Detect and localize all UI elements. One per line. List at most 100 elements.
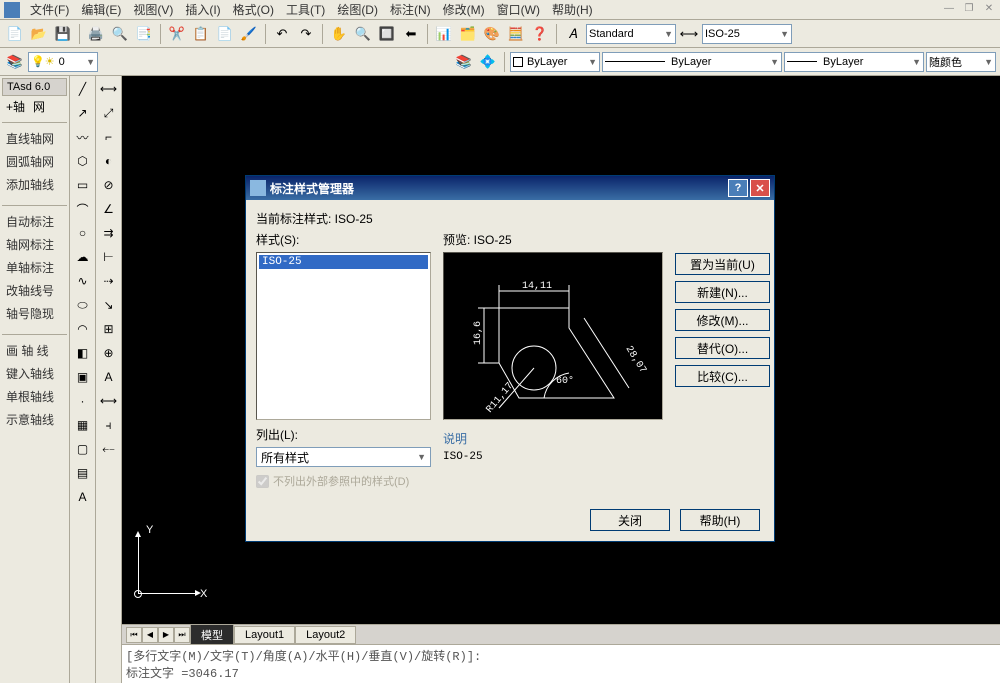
sidebar-item-auto-dim[interactable]: 自动标注 [2, 210, 67, 233]
sidebar-item-single-dim[interactable]: 单轴标注 [2, 256, 67, 279]
dim-tolerance-icon[interactable]: ⊞ [98, 318, 120, 340]
command-line[interactable]: [多行文字(M)/文字(T)/角度(A)/水平(H)/垂直(V)/旋转(R)]:… [122, 644, 1000, 683]
text-style-icon[interactable]: 𝐴 [562, 23, 584, 45]
dim-coord-icon[interactable]: ⌐ [98, 126, 120, 148]
minimize-icon[interactable]: — [942, 3, 956, 17]
line-icon[interactable]: ╱ [72, 78, 94, 100]
sidebar-item-arc-grid[interactable]: 圆弧轴网 [2, 150, 67, 173]
new-button[interactable]: 新建(N)... [675, 281, 770, 303]
menu-help[interactable]: 帮助(H) [546, 0, 599, 20]
tab-model[interactable]: 模型 [190, 624, 234, 646]
color-dropdown[interactable]: ByLayer▼ [510, 52, 600, 72]
modify-button[interactable]: 修改(M)... [675, 309, 770, 331]
calc-icon[interactable]: 🧮 [505, 23, 527, 45]
menu-insert[interactable]: 插入(I) [179, 0, 226, 20]
menu-dimension[interactable]: 标注(N) [384, 0, 437, 20]
dim-style-quick-icon[interactable]: ⤌ [98, 438, 120, 460]
hatch-icon[interactable]: ▦ [72, 414, 94, 436]
ellipse-arc-icon[interactable]: ◠ [72, 318, 94, 340]
dim-center-icon[interactable]: ⊕ [98, 342, 120, 364]
table-icon[interactable]: ▤ [72, 462, 94, 484]
sidebar-item-draw-axis[interactable]: 画 轴 线 [2, 339, 67, 362]
menu-tools[interactable]: 工具(T) [280, 0, 331, 20]
tool-palettes-icon[interactable]: 🎨 [481, 23, 503, 45]
ellipse-icon[interactable]: ⬭ [72, 294, 94, 316]
design-center-icon[interactable]: 🗂️ [457, 23, 479, 45]
sidebar-item-single-axis[interactable]: 单根轴线 [2, 385, 67, 408]
plot-style-dropdown[interactable]: 随颜色▼ [926, 52, 996, 72]
insert-block-icon[interactable]: ◧ [72, 342, 94, 364]
dim-diameter-icon[interactable]: ⊘ [98, 174, 120, 196]
dialog-help-icon[interactable]: ? [728, 179, 748, 197]
menu-view[interactable]: 视图(V) [127, 0, 179, 20]
pan-icon[interactable]: ✋ [328, 23, 350, 45]
sidebar-item-input-axis[interactable]: 键入轴线 [2, 362, 67, 385]
compare-button[interactable]: 比较(C)... [675, 365, 770, 387]
style-item[interactable]: ISO-25 [259, 255, 428, 269]
panel-net-label[interactable]: 网 [33, 98, 45, 115]
close-button[interactable]: 关闭 [590, 509, 670, 531]
dim-continue-icon[interactable]: ⇢ [98, 270, 120, 292]
zoom-realtime-icon[interactable]: 🔍 [352, 23, 374, 45]
cut-icon[interactable]: ✂️ [166, 23, 188, 45]
sidebar-item-hide-num[interactable]: 轴号隐现 [2, 302, 67, 325]
dim-radius-icon[interactable]: ◐ [98, 150, 120, 172]
menu-window[interactable]: 窗口(W) [491, 0, 546, 20]
copy-icon[interactable]: 📋 [190, 23, 212, 45]
zoom-prev-icon[interactable]: ⬅ [400, 23, 422, 45]
set-current-button[interactable]: 置为当前(U) [675, 253, 770, 275]
sidebar-item-change-num[interactable]: 改轴线号 [2, 279, 67, 302]
point-icon[interactable]: · [72, 390, 94, 412]
undo-icon[interactable]: ↶ [271, 23, 293, 45]
layer-states-icon[interactable]: 💠 [477, 51, 499, 73]
layer-dropdown[interactable]: 💡☀0▼ [28, 52, 98, 72]
dim-style-dropdown[interactable]: ISO-25▼ [702, 24, 792, 44]
dim-aligned-icon[interactable]: ⤢ [98, 102, 120, 124]
list-dropdown[interactable]: 所有样式▼ [256, 447, 431, 467]
dialog-close-icon[interactable]: ✕ [750, 179, 770, 197]
menu-draw[interactable]: 绘图(D) [331, 0, 384, 20]
tab-first-icon[interactable]: ⏮ [126, 627, 142, 643]
dim-tedit-icon[interactable]: ⟷ [98, 390, 120, 412]
sidebar-item-grid-dim[interactable]: 轴网标注 [2, 233, 67, 256]
restore-icon[interactable]: ❐ [962, 3, 976, 17]
tab-layout1[interactable]: Layout1 [234, 626, 295, 644]
menu-file[interactable]: 文件(F) [24, 0, 75, 20]
sidebar-item-add-axis[interactable]: 添加轴线 [2, 173, 67, 196]
open-file-icon[interactable]: 📂 [28, 23, 50, 45]
new-file-icon[interactable]: 📄 [4, 23, 26, 45]
linetype-dropdown[interactable]: ByLayer▼ [602, 52, 782, 72]
revcloud-icon[interactable]: ☁ [72, 246, 94, 268]
tab-prev-icon[interactable]: ◀ [142, 627, 158, 643]
tab-next-icon[interactable]: ▶ [158, 627, 174, 643]
styles-listbox[interactable]: ISO-25 [256, 252, 431, 420]
tab-layout2[interactable]: Layout2 [295, 626, 356, 644]
circle-icon[interactable]: ○ [72, 222, 94, 244]
menu-format[interactable]: 格式(O) [227, 0, 280, 20]
text-style-dropdown[interactable]: Standard▼ [586, 24, 676, 44]
publish-icon[interactable]: 📑 [133, 23, 155, 45]
region-icon[interactable]: ▢ [72, 438, 94, 460]
sidebar-item-linear-grid[interactable]: 直线轴网 [2, 127, 67, 150]
zoom-window-icon[interactable]: 🔲 [376, 23, 398, 45]
dim-leader-icon[interactable]: ↘ [98, 294, 120, 316]
dim-quick-icon[interactable]: ⇉ [98, 222, 120, 244]
redo-icon[interactable]: ↷ [295, 23, 317, 45]
properties-icon[interactable]: 📊 [433, 23, 455, 45]
dialog-titlebar[interactable]: 标注样式管理器 ? ✕ [246, 176, 774, 200]
mtext-icon[interactable]: A [72, 486, 94, 508]
menu-modify[interactable]: 修改(M) [437, 0, 491, 20]
match-prop-icon[interactable]: 🖌️ [238, 23, 260, 45]
dim-edit-icon[interactable]: A [98, 366, 120, 388]
dim-baseline-icon[interactable]: ⊢ [98, 246, 120, 268]
lineweight-dropdown[interactable]: ByLayer▼ [784, 52, 924, 72]
dim-angular-icon[interactable]: ∠ [98, 198, 120, 220]
spline-icon[interactable]: ∿ [72, 270, 94, 292]
dim-style-icon[interactable]: ⟷ [678, 23, 700, 45]
save-icon[interactable]: 💾 [52, 23, 74, 45]
arc-icon[interactable]: ⌒ [72, 198, 94, 220]
help-icon[interactable]: ❓ [529, 23, 551, 45]
polyline-icon[interactable]: 〰 [72, 126, 94, 148]
close-icon[interactable]: ✕ [982, 3, 996, 17]
rectangle-icon[interactable]: ▭ [72, 174, 94, 196]
